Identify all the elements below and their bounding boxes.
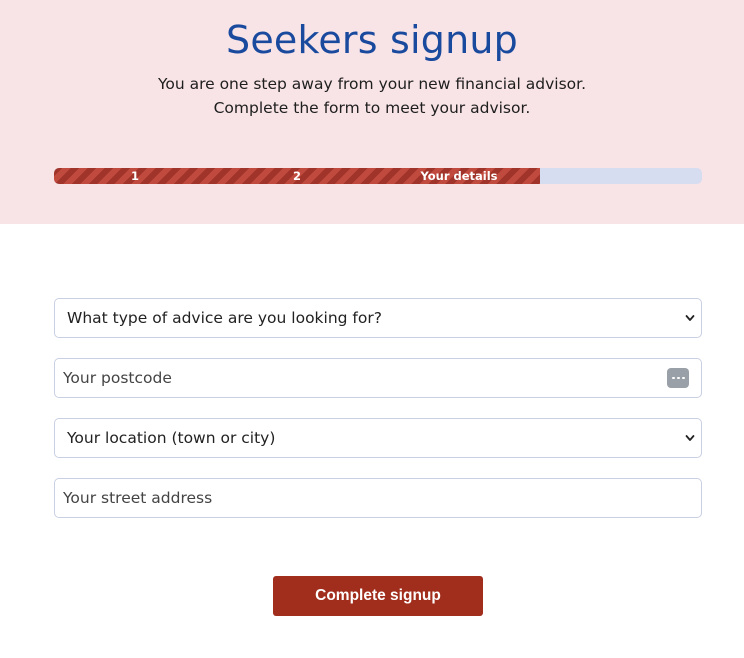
street-address-input[interactable]: Your street address: [54, 478, 702, 518]
location-select[interactable]: Your location (town or city): [54, 418, 702, 458]
subtitle-line-2: Complete the form to meet your advisor.: [213, 99, 531, 117]
progress-step-2: 2: [292, 169, 301, 183]
subtitle-line-1: You are one step away from your new fina…: [157, 75, 587, 93]
password-manager-icon[interactable]: [667, 368, 689, 388]
signup-progress-bar: 1 2 Your details: [54, 168, 702, 184]
page-title: Seekers signup: [226, 18, 518, 62]
location-value: Your location (town or city): [67, 429, 276, 447]
chevron-down-icon: [685, 435, 695, 441]
advice-type-select[interactable]: What type of advice are you looking for?: [54, 298, 702, 338]
street-address-placeholder: Your street address: [63, 489, 213, 507]
postcode-placeholder: Your postcode: [63, 369, 172, 387]
complete-signup-button[interactable]: Complete signup: [273, 576, 483, 616]
progress-step-3: Your details: [420, 169, 498, 183]
progress-step-1: 1: [130, 169, 139, 183]
postcode-input[interactable]: Your postcode: [54, 358, 702, 398]
chevron-down-icon: [685, 315, 695, 321]
advice-type-value: What type of advice are you looking for?: [67, 309, 382, 327]
signup-hero: Seekers signup You are one step away fro…: [0, 0, 744, 224]
